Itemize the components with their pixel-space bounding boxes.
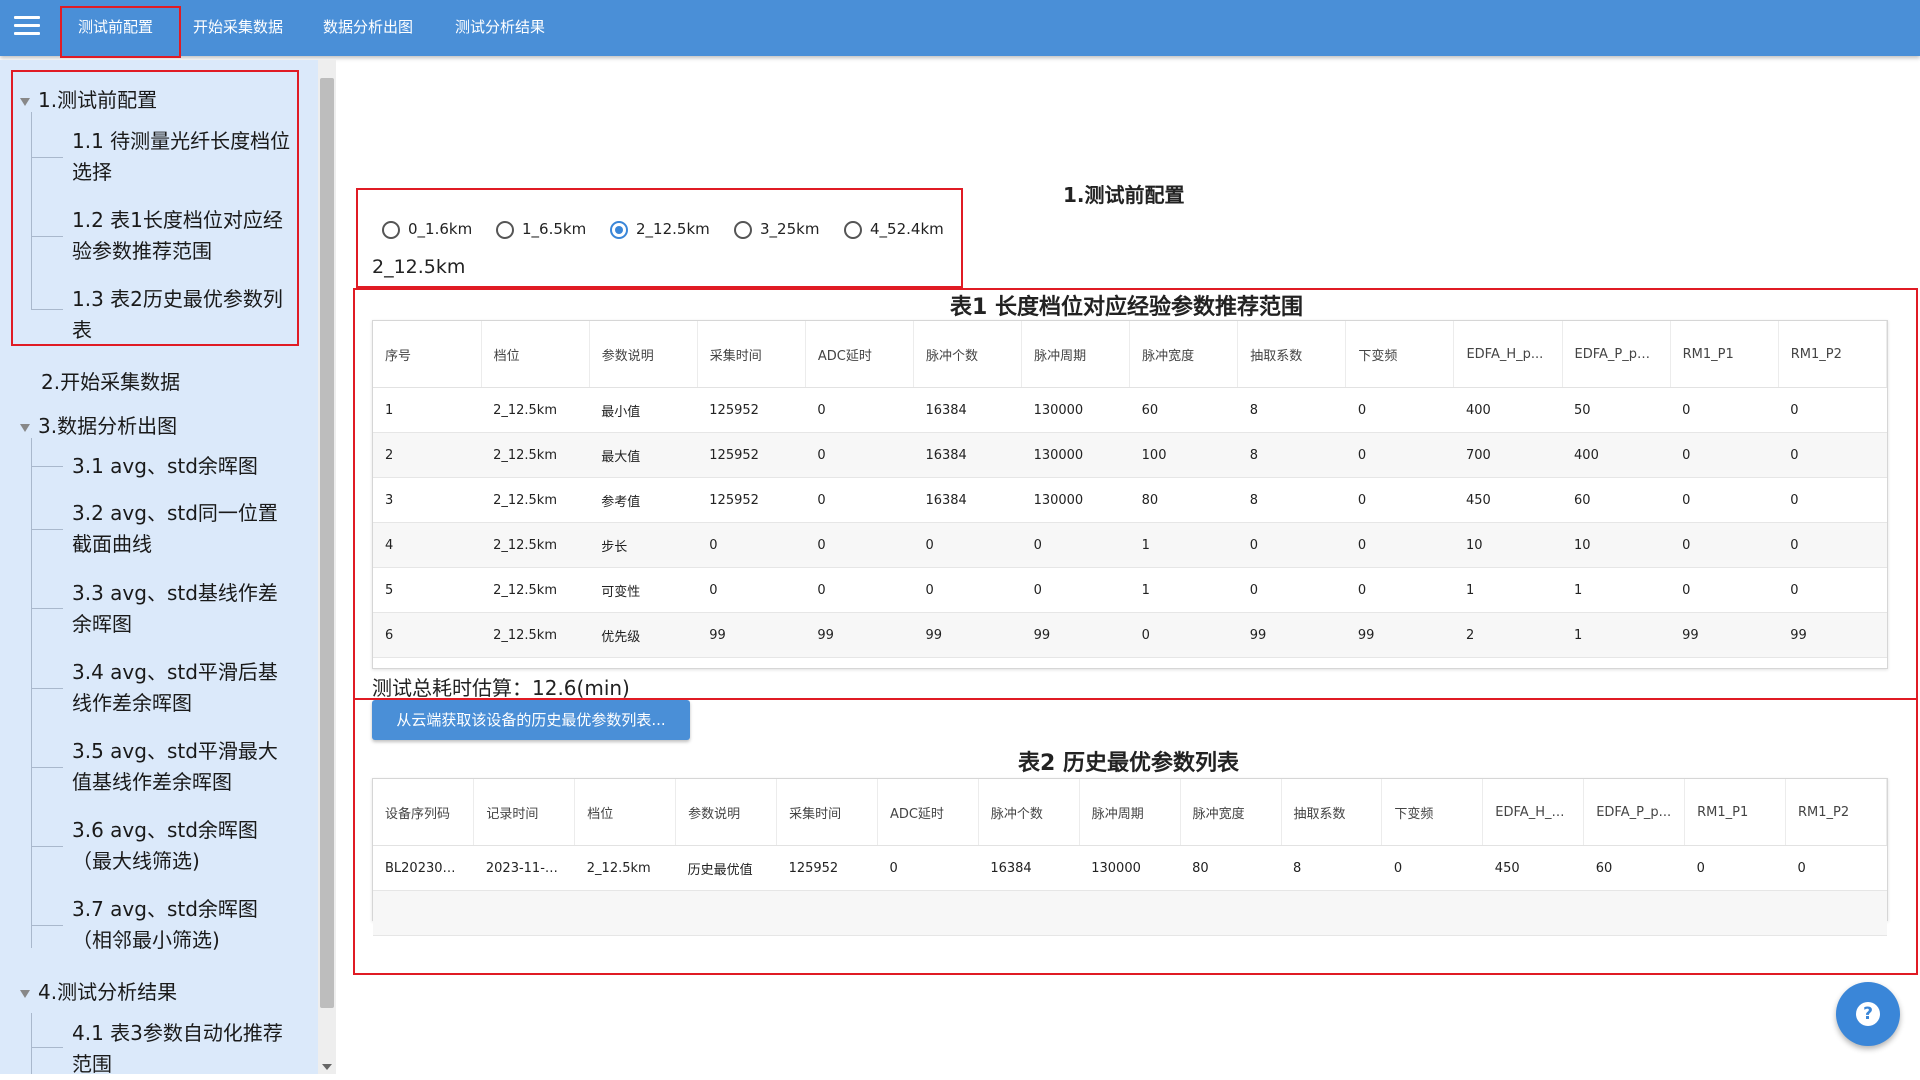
sidebar-item-4-1[interactable]: 4.1 表3参数自动化推荐范围 — [72, 1018, 297, 1080]
sidebar-item-3-5[interactable]: 3.5 avg、std平滑最大值基线作差余晖图 — [72, 736, 297, 798]
tree-branch — [31, 688, 63, 689]
sidebar-item-3-1[interactable]: 3.1 avg、std余晖图 — [72, 451, 297, 482]
topnav-test-results[interactable]: 测试分析结果 — [455, 16, 545, 37]
tree-branch — [31, 846, 63, 847]
hamburger-menu-icon[interactable] — [14, 16, 40, 38]
tree-branch — [31, 608, 63, 609]
tree-branch — [31, 529, 63, 530]
tree-branch — [31, 1047, 63, 1048]
help-button[interactable]: ? — [1836, 982, 1900, 1046]
tree-branch — [31, 466, 63, 467]
tree-branch — [31, 767, 63, 768]
tree-line — [31, 438, 32, 948]
sidebar-item-3-4[interactable]: 3.4 avg、std平滑后基线作差余晖图 — [72, 657, 297, 719]
topnav-data-analysis[interactable]: 数据分析出图 — [323, 16, 413, 37]
sidebar-item-3-6[interactable]: 3.6 avg、std余晖图（最大线筛选) — [72, 815, 297, 877]
sidebar-item-3-7[interactable]: 3.7 avg、std余晖图（相邻最小筛选) — [72, 894, 297, 956]
sidebar-section-label: 3.数据分析出图 — [38, 414, 178, 438]
scrollbar-thumb[interactable] — [320, 78, 334, 1008]
highlight-box-topnav — [60, 6, 181, 58]
expand-arrow-icon[interactable] — [20, 989, 30, 998]
sidebar-section-2[interactable]: 2.开始采集数据 — [41, 366, 180, 395]
sidebar-section-3[interactable]: 3.数据分析出图 — [20, 410, 177, 439]
highlight-box-radio — [356, 188, 963, 288]
sidebar-item-3-3[interactable]: 3.3 avg、std基线作差余晖图 — [72, 578, 297, 640]
highlight-box-table1 — [353, 288, 1918, 700]
sidebar-item-3-2[interactable]: 3.2 avg、std同一位置截面曲线 — [72, 498, 297, 560]
expand-arrow-icon[interactable] — [20, 423, 30, 432]
highlight-box-sidebar — [11, 70, 299, 346]
help-icon: ? — [1856, 1002, 1880, 1026]
top-navbar: 测试前配置 开始采集数据 数据分析出图 测试分析结果 — [0, 0, 1920, 56]
highlight-box-table2 — [353, 698, 1918, 975]
sidebar-section-4[interactable]: 4.测试分析结果 — [20, 976, 177, 1005]
tree-line — [31, 1013, 32, 1074]
topnav-start-collection[interactable]: 开始采集数据 — [193, 16, 283, 37]
sidebar-section-label: 4.测试分析结果 — [38, 980, 178, 1004]
page-title: 1.测试前配置 — [1063, 183, 1185, 207]
tree-branch — [31, 925, 63, 926]
scroll-down-arrow-icon[interactable] — [322, 1064, 332, 1070]
sidebar-scrollbar[interactable] — [318, 60, 336, 1074]
